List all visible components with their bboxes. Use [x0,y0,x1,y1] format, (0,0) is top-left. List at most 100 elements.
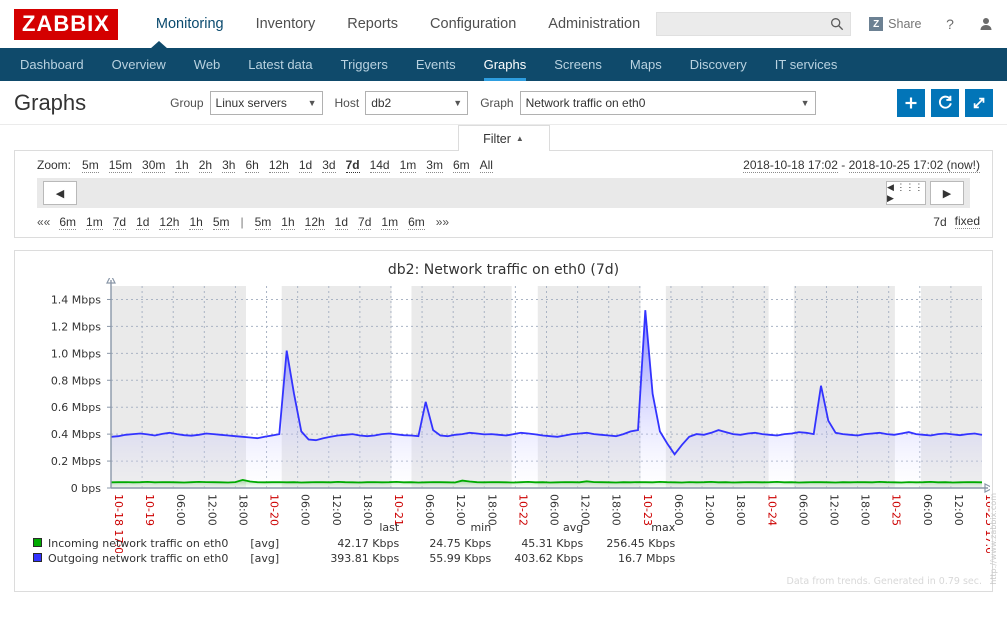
shortcuts-prev-icon[interactable]: «« [37,215,50,229]
zoom-option-1d[interactable]: 1d [298,158,313,173]
subnav-screens[interactable]: Screens [540,48,616,81]
zoom-option-3h[interactable]: 3h [222,158,236,173]
shortcut-back-1m[interactable]: 1m [86,214,103,230]
nav-reports[interactable]: Reports [331,0,414,48]
page-title: Graphs [14,89,87,115]
shortcut-back-1d[interactable]: 1d [136,214,150,230]
search-input[interactable] [657,13,851,35]
group-select-value: Linux servers [215,95,287,110]
subnav-triggers[interactable]: Triggers [327,48,402,81]
zoom-option-14d[interactable]: 14d [369,158,390,173]
zoom-option-7d[interactable]: 7d [345,158,360,173]
date-separator: - [841,158,846,172]
nav-configuration[interactable]: Configuration [414,0,532,48]
refresh-icon [938,95,952,109]
zoom-option-3d[interactable]: 3d [322,158,336,173]
graph-plot[interactable]: 1.4 Mbps 1.2 Mbps 1.0 Mbps 0.8 Mbps 0.6 Mbps… [15,273,998,585]
svg-text:1.2 Mbps: 1.2 Mbps [51,320,101,333]
legend-last-incoming: 42.17 Kbps [337,537,400,550]
zoom-option-5m[interactable]: 5m [82,158,99,173]
zoom-option-1m[interactable]: 1m [399,158,417,173]
graph-select[interactable]: Network traffic on eth0 ▼ [519,90,816,115]
subnav-events[interactable]: Events [402,48,470,81]
svg-text:0.6 Mbps: 0.6 Mbps [51,401,101,414]
subnav-discovery[interactable]: Discovery [676,48,761,81]
graph-panel: db2: Network traffic on eth0 (7d) 1.4 Mb… [14,250,998,592]
legend-last-outgoing: 393.81 Kbps [330,552,400,565]
shortcut-back-12h[interactable]: 12h [159,214,180,230]
subnav-overview[interactable]: Overview [98,48,180,81]
subnav-latest-data[interactable]: Latest data [234,48,326,81]
zoom-option-2h[interactable]: 2h [198,158,213,173]
zoom-option-12h[interactable]: 12h [268,158,289,173]
shortcut-back-5m[interactable]: 5m [212,214,230,230]
graph-select-value: Network traffic on eth0 [525,95,646,110]
shortcut-fwd-1m[interactable]: 1m [381,214,399,230]
date-from-link[interactable]: 2018-10-18 17:02 [743,158,838,173]
subnav-graphs[interactable]: Graphs [470,48,541,81]
shortcuts-next: 5m 1h 12h 1d 7d 1m 6m [250,214,430,230]
subnav-web[interactable]: Web [180,48,235,81]
search-icon[interactable] [830,17,844,36]
network-traffic-chart[interactable]: 1.4 Mbps 1.2 Mbps 1.0 Mbps 0.8 Mbps 0.6 Mbps… [15,273,996,561]
shortcuts-prev: 6m 1m 7d 1d 12h 1h 5m [54,214,234,230]
zoom-option-6m[interactable]: 6m [452,158,470,173]
slider-prev-button[interactable]: ◀ [43,181,77,205]
svg-text:0.4 Mbps: 0.4 Mbps [51,428,101,441]
host-select-value: db2 [371,95,392,110]
slider-next-button[interactable]: ▶ [930,181,964,205]
subnav-maps[interactable]: Maps [616,48,676,81]
host-select[interactable]: db2 ▼ [365,90,469,115]
filter-tab[interactable]: Filter ▲ [457,125,550,151]
time-slider[interactable]: ◀ ◀ ⋮⋮⋮ ▶ ▶ [37,178,970,208]
legend-aggregate-incoming: [avg] [250,537,280,550]
user-icon[interactable] [978,16,994,32]
shortcut-fwd-5m[interactable]: 5m [254,214,272,230]
shortcut-fwd-6m[interactable]: 6m [408,214,425,230]
zoom-option-All[interactable]: All [479,158,493,173]
group-label: Group [170,95,204,110]
shortcut-back-6m[interactable]: 6m [59,214,77,230]
subnav-it-services[interactable]: IT services [761,48,852,81]
sub-navigation: Dashboard Overview Web Latest data Trigg… [0,41,1007,81]
add-button[interactable] [897,88,925,117]
svg-text:1.0 Mbps: 1.0 Mbps [51,347,101,360]
legend-header-avg: avg [562,521,584,534]
share-label: Share [888,17,922,31]
zoom-option-6h[interactable]: 6h [245,158,259,173]
slider-controls: ◀ ⋮⋮⋮ ▶ ▶ [886,181,964,205]
legend-header-min: min [470,521,492,534]
subnav-dashboard[interactable]: Dashboard [6,48,98,81]
shortcut-fwd-1d[interactable]: 1d [334,214,349,230]
graph-title: db2: Network traffic on eth0 (7d) [387,262,620,278]
zoom-option-15m[interactable]: 15m [108,158,133,173]
legend-avg-outgoing: 403.62 Kbps [514,552,584,565]
filter-tab-label: Filter [483,131,511,146]
period-label: 7d [933,214,947,229]
fixed-toggle[interactable]: fixed [954,214,980,229]
shortcut-fwd-12h[interactable]: 12h [304,214,325,230]
host-label: Host [334,95,360,110]
zoom-option-1h[interactable]: 1h [175,158,189,173]
slider-drag-handle[interactable]: ◀ ⋮⋮⋮ ▶ [886,181,926,205]
shortcut-fwd-1h[interactable]: 1h [281,214,295,230]
zoom-option-30m[interactable]: 30m [142,158,166,173]
legend-header-last: last [379,521,400,534]
group-select[interactable]: Linux servers ▼ [209,90,323,115]
shortcuts-next-icon[interactable]: »» [436,215,449,229]
zoom-option-3m[interactable]: 3m [426,158,443,173]
legend-min-outgoing: 55.99 Kbps [429,552,492,565]
nav-administration[interactable]: Administration [532,0,656,48]
refresh-button[interactable] [931,88,959,117]
search-box[interactable] [656,12,852,36]
fullscreen-button[interactable] [965,88,993,117]
date-to-link[interactable]: 2018-10-25 17:02 (now!) [848,158,980,173]
shortcut-back-1h[interactable]: 1h [189,214,203,230]
graph-selectors: Group Linux servers ▼ Host db2 ▼ Graph N… [170,90,816,115]
legend-row-incoming: Incoming network traffic on eth0 [avg] 4… [33,537,675,552]
shortcut-back-7d[interactable]: 7d [112,214,127,230]
share-button[interactable]: Z Share [869,17,922,31]
nav-inventory[interactable]: Inventory [240,0,332,48]
shortcut-fwd-7d[interactable]: 7d [358,214,372,230]
help-icon[interactable]: ? [942,16,958,32]
